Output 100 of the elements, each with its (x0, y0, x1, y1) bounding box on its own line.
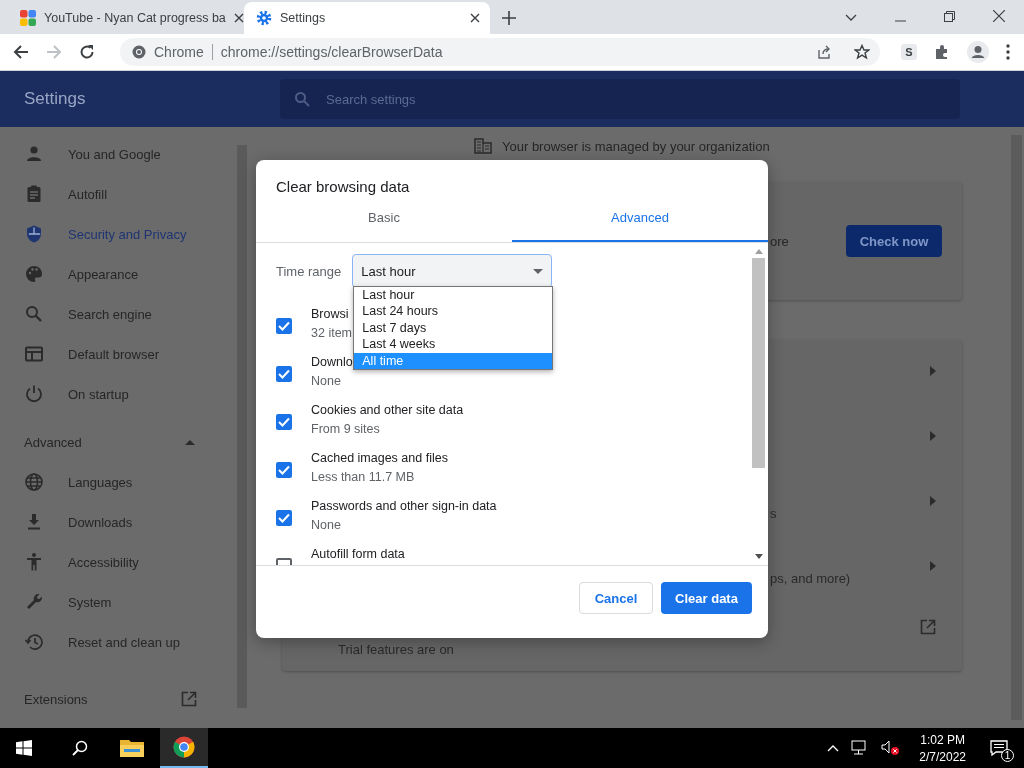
new-tab-icon[interactable] (502, 11, 516, 25)
globe-icon (24, 472, 44, 492)
search-icon (294, 91, 310, 107)
window-icon (24, 344, 44, 364)
notification-count: 1 (1001, 749, 1014, 762)
chrome-logo-icon (132, 45, 146, 59)
caret-icon (185, 439, 195, 445)
dropdown-option[interactable]: All time (354, 352, 553, 369)
external-link-icon[interactable] (181, 691, 197, 707)
dropdown-option[interactable]: Last 24 hours (354, 303, 553, 320)
caret-icon (533, 268, 544, 274)
time-range-label: Time range (276, 263, 342, 279)
sidebar-item[interactable]: Autofill (0, 174, 215, 214)
arrow-right-icon[interactable] (930, 496, 936, 506)
checkbox-label: Downlo (311, 355, 353, 369)
sidebar-item[interactable]: Accessibility (0, 542, 215, 582)
chevron-down-icon[interactable] (845, 14, 857, 22)
checkbox-label: Passwords and other sign-in data (311, 499, 497, 513)
checkbox[interactable] (276, 462, 292, 478)
check-now-button[interactable]: Check now (846, 225, 942, 257)
browser-tab[interactable]: Settings (244, 2, 490, 34)
browser-tab[interactable]: YouTube - Nyan Cat progress ba (8, 2, 240, 34)
share-icon[interactable] (816, 44, 832, 60)
checkbox-detail: Less than 11.7 MB (311, 470, 416, 484)
menu-icon[interactable] (1006, 44, 1010, 60)
checkbox-detail: 32 item (311, 326, 352, 340)
dialog-tab[interactable]: Basic (256, 194, 512, 242)
palette-icon (24, 264, 44, 284)
sidebar-item[interactable]: On startup (0, 374, 215, 414)
arrow-right-icon[interactable] (930, 366, 936, 376)
scroll-down-arrow-icon[interactable] (754, 554, 763, 559)
checkbox[interactable] (276, 414, 292, 430)
sidebar-item[interactable]: Default browser (0, 334, 215, 374)
url-text: chrome://settings/clearBrowserData (220, 44, 443, 60)
building-icon (474, 138, 492, 154)
clock-time[interactable]: 1:02 PM (920, 732, 965, 747)
power-icon (24, 384, 44, 404)
grid-favicon-icon (20, 10, 36, 26)
dropdown-option[interactable]: Last hour (354, 287, 553, 304)
muted-speaker-icon[interactable] (881, 740, 902, 756)
checkbox[interactable] (276, 510, 292, 526)
external-link-icon[interactable] (920, 619, 936, 635)
dropdown-option[interactable]: Last 7 days (354, 319, 553, 337)
windows-logo-icon[interactable] (16, 740, 32, 756)
address-bar[interactable]: Chrome chrome://settings/clearBrowserData (120, 38, 880, 66)
dropdown-option[interactable]: Last 4 weeks (354, 336, 553, 353)
extension-badge[interactable]: S (901, 44, 917, 60)
row-description: ps, and more) (770, 571, 851, 586)
close-icon[interactable] (233, 13, 244, 23)
close-icon[interactable] (470, 13, 480, 23)
checkbox-detail: From 9 sites (311, 422, 381, 436)
advanced-section-toggle[interactable]: Advanced (0, 422, 215, 462)
reload-icon[interactable] (79, 44, 95, 60)
search-icon[interactable] (72, 740, 88, 756)
clock-date[interactable]: 2/7/2022 (919, 749, 966, 764)
search-field[interactable]: Search settings (280, 79, 960, 119)
avatar-icon[interactable] (967, 41, 989, 63)
puzzle-icon[interactable] (934, 44, 950, 60)
taskbar-app-button[interactable] (160, 728, 208, 768)
checkbox[interactable] (276, 318, 292, 334)
extensions-link[interactable]: Extensions (24, 691, 88, 707)
cancel-button[interactable]: Cancel (579, 582, 653, 614)
folder-icon[interactable] (120, 738, 144, 758)
dialog-tab[interactable]: Advanced (512, 194, 768, 242)
sidebar-item[interactable]: Downloads (0, 502, 215, 542)
sidebar-item[interactable]: System (0, 582, 215, 622)
checkbox-label: Browsi (311, 307, 350, 321)
chrome-logo-icon (173, 736, 195, 758)
site-label: Chrome (154, 44, 213, 60)
scroll-up-arrow-icon[interactable] (754, 249, 763, 254)
arrow-right-icon[interactable] (930, 431, 936, 441)
figure-icon (24, 552, 44, 572)
restore-icon[interactable] (944, 11, 955, 22)
star-icon[interactable] (854, 44, 870, 60)
sidebar-item[interactable]: Languages (0, 462, 215, 502)
checkbox-label: Cookies and other site data (311, 403, 464, 417)
time-range-dropdown[interactable]: Last hour (352, 254, 553, 288)
arrow-right-icon[interactable] (930, 561, 936, 571)
checkbox-detail: None (311, 374, 342, 388)
person-icon (24, 144, 44, 164)
shield-icon (24, 224, 44, 244)
notifications-button[interactable]: 1 (984, 733, 1014, 763)
search-icon (24, 304, 44, 324)
back-icon[interactable] (13, 44, 29, 60)
safety-text: ore (770, 233, 790, 249)
sidebar-item[interactable]: Reset and clean up (0, 622, 215, 662)
sidebar-item[interactable]: You and Google (0, 134, 215, 174)
managed-notice: Your browser is managed by your organization (502, 138, 770, 154)
checkbox-detail: None (311, 518, 342, 532)
gear-icon (256, 10, 272, 26)
sidebar-item[interactable]: Appearance (0, 254, 215, 294)
checkbox[interactable] (276, 366, 292, 382)
clipboard-icon (24, 184, 44, 204)
settings-title: Settings (23, 89, 87, 109)
chevron-up-icon[interactable] (827, 744, 840, 752)
sidebar-item[interactable]: Search engine (0, 294, 215, 334)
dialog-title: Clear browsing data (275, 177, 411, 194)
clear-data-button[interactable]: Clear data (661, 582, 752, 614)
close-icon[interactable] (993, 10, 1005, 22)
checkbox-label: Cached images and files (311, 451, 448, 465)
